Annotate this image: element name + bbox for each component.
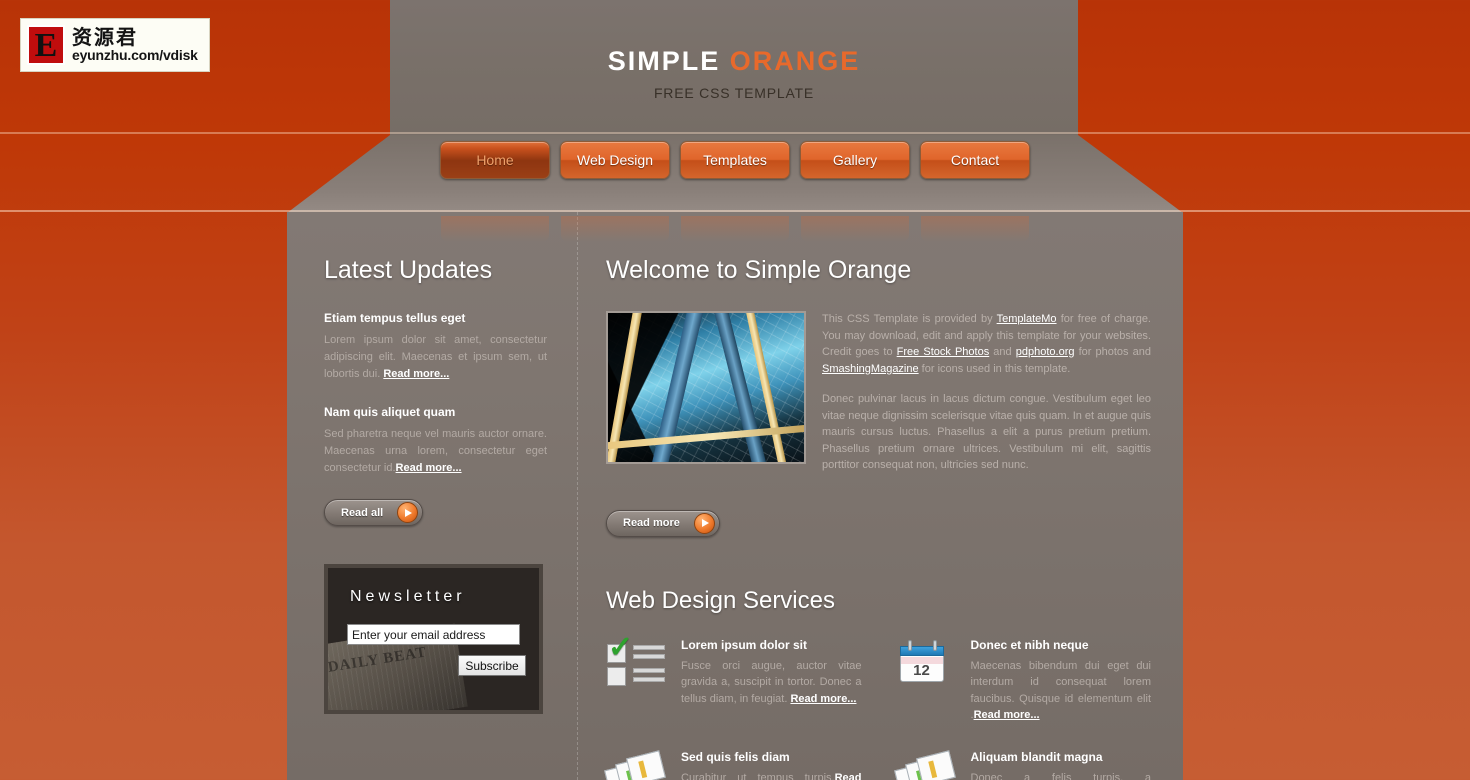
service-item: ✓ Lorem ipsum dolor sit Fusce orci augue…	[606, 632, 862, 724]
service-text: Aliquam blandit magna Donec a felis turp…	[971, 750, 1152, 780]
latest-update-item: Etiam tempus tellus eget Lorem ipsum dol…	[324, 311, 547, 383]
free-stock-photos-link[interactable]: Free Stock Photos	[897, 346, 990, 358]
latest-update-item: Nam quis aliquet quam Sed pharetra neque…	[324, 405, 547, 477]
latest-update-read-more-link[interactable]: Read more...	[396, 462, 462, 474]
nav-item-gallery-label: Gallery	[832, 152, 878, 168]
welcome-intro: This CSS Template is provided by Templat…	[606, 311, 1151, 474]
latest-update-read-more-link[interactable]: Read more...	[383, 368, 449, 380]
nav-item-gallery[interactable]: Gallery	[800, 141, 910, 242]
services-grid: ✓ Lorem ipsum dolor sit Fusce orci augue…	[604, 632, 1152, 780]
site-watermark-logo: E 资源君 eyunzhu.com/vdisk	[20, 18, 210, 72]
service-title: Donec et nibh neque	[970, 637, 1089, 652]
play-arrow-icon	[693, 512, 715, 534]
service-body: Curabitur ut tempus turpis.Read more...	[681, 770, 862, 780]
watermark-text: 资源君 eyunzhu.com/vdisk	[72, 27, 198, 63]
nav-item-contact[interactable]: Contact	[920, 141, 1030, 242]
service-body-text: Curabitur ut tempus turpis.	[681, 771, 835, 780]
service-item: Aliquam blandit magna Donec a felis turp…	[893, 749, 1152, 780]
service-text: Lorem ipsum dolor sit Fusce orci augue, …	[681, 638, 862, 724]
nav-item-templates-reflection	[681, 216, 789, 242]
nav-item-contact-label: Contact	[950, 152, 1000, 168]
service-title: Sed quis felis diam	[681, 749, 790, 764]
nav-item-templates-label: Templates	[703, 152, 767, 168]
nav-item-templates[interactable]: Templates	[680, 141, 790, 242]
service-body: Maecenas bibendum dui eget dui interdum …	[971, 658, 1152, 724]
nav-item-contact-reflection	[921, 216, 1029, 242]
newsletter-heading: Newsletter	[350, 588, 466, 605]
latest-update-title: Nam quis aliquet quam	[324, 405, 456, 419]
smashingmagazine-link[interactable]: SmashingMagazine	[822, 363, 919, 375]
header-divider-top	[0, 132, 1470, 134]
calendar-icon: 12	[896, 638, 958, 686]
header-band: SIMPLE ORANGE FREE CSS TEMPLATE	[390, 0, 1078, 135]
nav-item-home-label: Home	[476, 152, 514, 168]
service-text: Sed quis felis diam Curabitur ut tempus …	[681, 750, 862, 780]
sidebar: Latest Updates Etiam tempus tellus eget …	[287, 212, 578, 780]
latest-update-body: Sed pharetra neque vel mauris auctor orn…	[324, 426, 547, 477]
welcome-paragraph-2: Donec pulvinar lacus in lacus dictum con…	[822, 393, 1151, 471]
checklist-icon: ✓	[606, 632, 668, 686]
welcome-p1-t3: and	[989, 346, 1016, 358]
welcome-p1-t1: This CSS Template is provided by	[822, 313, 997, 325]
service-read-more-link[interactable]: Read more...	[790, 693, 856, 705]
service-body-text: Donec a felis turpis, a ullamcorper.	[970, 771, 1152, 780]
nav-item-web-design-label: Web Design	[576, 152, 653, 168]
welcome-text: This CSS Template is provided by Templat…	[822, 311, 1151, 474]
site-title-part-simple: SIMPLE	[607, 46, 721, 76]
pdphoto-link[interactable]: pdphoto.org	[1016, 346, 1075, 358]
service-body: Fusce orci augue, auctor vitae gravida a…	[681, 658, 862, 708]
service-body: Donec a felis turpis, a ullamcorper.Read…	[971, 770, 1152, 780]
service-text: Donec et nibh neque Maecenas bibendum du…	[971, 638, 1152, 724]
calendar-day-label: 12	[913, 661, 930, 679]
welcome-paragraph-1: This CSS Template is provided by Templat…	[822, 311, 1151, 377]
nav-item-gallery-reflection	[801, 216, 909, 242]
nav-item-web-design[interactable]: Web Design	[560, 141, 670, 242]
nav-item-home-reflection	[441, 216, 549, 242]
main-column: Welcome to Simple Orange This CSS Templa…	[578, 212, 1183, 780]
latest-update-body: Lorem ipsum dolor sit amet, consectetur …	[324, 332, 547, 383]
read-more-button-wrap: Read more	[606, 509, 1151, 537]
service-item: 12 Donec et nibh neque Maecenas bibendum…	[896, 638, 1152, 724]
documents-icon	[604, 749, 668, 780]
page-content: Latest Updates Etiam tempus tellus eget …	[287, 212, 1183, 780]
templatemo-link[interactable]: TemplateMo	[997, 313, 1057, 325]
read-all-button-label: Read all	[341, 506, 384, 519]
service-item: Sed quis felis diam Curabitur ut tempus …	[604, 749, 862, 780]
skylight-photo	[606, 311, 806, 464]
documents-icon	[893, 749, 958, 780]
read-more-button[interactable]: Read more	[606, 509, 720, 537]
welcome-p1-t5: for icons used in this template.	[918, 362, 1071, 375]
nav-item-home[interactable]: Home	[440, 141, 550, 242]
read-all-button[interactable]: Read all	[324, 499, 424, 526]
latest-update-title: Etiam tempus tellus eget	[324, 311, 466, 325]
site-title: SIMPLE ORANGE	[390, 46, 1078, 77]
newsletter-email-input[interactable]	[347, 624, 520, 645]
watermark-e-icon: E	[27, 25, 65, 65]
service-title: Aliquam blandit magna	[970, 749, 1103, 764]
welcome-heading: Welcome to Simple Orange	[606, 256, 912, 284]
welcome-p1-t4: for photos and	[1074, 346, 1151, 358]
newsletter-subscribe-button[interactable]: Subscribe	[458, 655, 526, 676]
main-navigation: Home Web Design Templates Gallery Contac…	[0, 141, 1470, 242]
watermark-chinese-label: 资源君	[72, 25, 138, 50]
service-title: Lorem ipsum dolor sit	[681, 637, 808, 652]
watermark-url-label: eyunzhu.com/vdisk	[72, 47, 198, 64]
services-heading: Web Design Services	[606, 586, 835, 614]
site-title-part-orange: ORANGE	[729, 46, 861, 76]
site-slogan: FREE CSS TEMPLATE	[653, 85, 815, 101]
service-read-more-link[interactable]: Read more...	[974, 709, 1040, 721]
sidebar-heading: Latest Updates	[324, 256, 493, 284]
nav-item-web-design-reflection	[561, 216, 669, 242]
read-more-button-label: Read more	[623, 517, 680, 529]
newsletter-box: Newsletter Subscribe	[324, 564, 543, 714]
play-arrow-icon	[397, 502, 419, 523]
